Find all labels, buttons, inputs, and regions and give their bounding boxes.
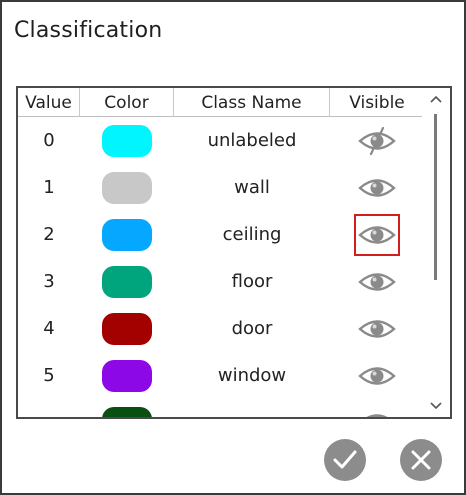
color-swatch[interactable] [102, 124, 152, 157]
table-row[interactable]: 0 unlabeled [18, 117, 424, 164]
close-icon [411, 450, 431, 470]
row-class-name[interactable]: unlabeled [174, 117, 330, 164]
column-header-value[interactable]: Value [18, 88, 80, 117]
row-visible-cell [330, 164, 424, 211]
row-class-name[interactable]: floor [174, 258, 330, 305]
color-swatch[interactable] [102, 265, 152, 298]
eye-icon[interactable] [356, 314, 398, 344]
row-value: 4 [43, 318, 55, 339]
color-swatch[interactable] [102, 312, 152, 345]
row-class-name[interactable]: ceiling [174, 211, 330, 258]
scrollbar-thumb[interactable] [434, 114, 437, 280]
row-class-name[interactable]: window [174, 352, 330, 399]
table-row[interactable]: 2 ceiling [18, 211, 424, 258]
eye-off-icon[interactable] [356, 126, 398, 156]
eye-icon[interactable] [356, 267, 398, 297]
row-value: 0 [43, 130, 55, 151]
eye-icon[interactable] [356, 173, 398, 203]
row-class-name[interactable] [174, 399, 330, 417]
color-swatch[interactable] [102, 218, 152, 251]
table-body: 0 unlabeled 1 wall 2 ceiling 3 floor 4 door 5 windo… [18, 117, 424, 417]
row-value [18, 399, 80, 417]
row-visible-cell [330, 117, 424, 164]
color-swatch[interactable] [102, 406, 152, 417]
classification-table: Value Color Class Name Visible 0 unlabele… [16, 86, 452, 419]
row-visible-cell [330, 399, 424, 417]
row-value: 2 [43, 224, 55, 245]
row-value: 5 [43, 365, 55, 386]
row-class-name[interactable]: door [174, 305, 330, 352]
checkmark-icon [333, 450, 357, 469]
ok-button[interactable] [324, 439, 366, 481]
dialog-title: Classification [14, 18, 163, 43]
cancel-button[interactable] [400, 439, 442, 481]
table-row[interactable]: 5 window [18, 352, 424, 399]
row-color-cell[interactable] [80, 352, 174, 399]
scroll-up-arrow-icon[interactable] [428, 92, 444, 106]
row-color-cell[interactable] [80, 258, 174, 305]
column-header-visible[interactable]: Visible [330, 88, 424, 117]
row-color-cell[interactable] [80, 399, 174, 417]
row-value: 1 [43, 177, 55, 198]
row-class-name[interactable]: wall [174, 164, 330, 211]
eye-icon[interactable] [356, 361, 398, 391]
scroll-down-arrow-icon[interactable] [428, 399, 444, 413]
table-row[interactable]: 4 door [18, 305, 424, 352]
column-header-class-name[interactable]: Class Name [174, 88, 330, 117]
table-row[interactable]: 3 floor [18, 258, 424, 305]
row-value: 3 [43, 271, 55, 292]
row-color-cell[interactable] [80, 211, 174, 258]
column-header-color[interactable]: Color [80, 88, 174, 117]
color-swatch[interactable] [102, 359, 152, 392]
row-visible-cell [330, 352, 424, 399]
row-color-cell[interactable] [80, 305, 174, 352]
eye-icon[interactable] [354, 213, 400, 256]
table-row[interactable] [18, 399, 424, 417]
classification-dialog: Classification Value Color Class Name Vi… [0, 0, 466, 495]
vertical-scrollbar[interactable] [422, 88, 450, 417]
color-swatch[interactable] [102, 171, 152, 204]
row-visible-cell [330, 211, 424, 258]
row-visible-cell [330, 305, 424, 352]
eye-icon[interactable] [356, 408, 398, 417]
table-header: Value Color Class Name Visible [18, 88, 424, 117]
table-row[interactable]: 1 wall [18, 164, 424, 211]
row-color-cell[interactable] [80, 117, 174, 164]
row-visible-cell [330, 258, 424, 305]
row-color-cell[interactable] [80, 164, 174, 211]
